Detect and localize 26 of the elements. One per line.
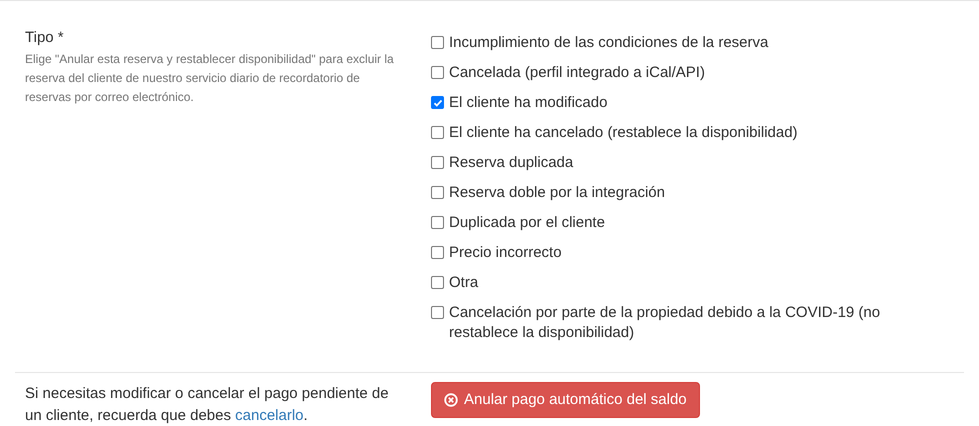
option-label: Cancelada (perfil integrado a iCal/API) bbox=[449, 63, 705, 83]
help-text: Elige "Anular esta reserva y restablecer disponibilidad" para excluir la reserva del cliente de nuestro servicio diario de recordatorio de reservas por correo electrónico. bbox=[25, 51, 395, 106]
option-label: Cancelación por parte de la propiedad debido a la COVID-19 (no restablece la disponibilidad) bbox=[449, 303, 882, 343]
checkbox[interactable] bbox=[431, 306, 444, 319]
checkbox[interactable] bbox=[431, 96, 444, 109]
close-circle-icon bbox=[444, 393, 458, 407]
checkbox[interactable] bbox=[431, 126, 444, 139]
checkbox[interactable] bbox=[431, 246, 444, 259]
option-label: Reserva doble por la integración bbox=[449, 183, 665, 203]
cancel-link[interactable]: cancelarlo bbox=[235, 407, 304, 424]
option-label: Incumplimiento de las condiciones de la reserva bbox=[449, 33, 768, 53]
option-label: El cliente ha cancelado (restablece la disponibilidad) bbox=[449, 123, 798, 143]
option-label: El cliente ha modificado bbox=[449, 93, 608, 113]
option-label: Reserva duplicada bbox=[449, 153, 574, 173]
checkbox[interactable] bbox=[431, 156, 444, 169]
checkbox[interactable] bbox=[431, 66, 444, 79]
option-label: Duplicada por el cliente bbox=[449, 213, 605, 233]
checkbox[interactable] bbox=[431, 216, 444, 229]
option-label: Precio incorrecto bbox=[449, 243, 562, 263]
checkbox[interactable] bbox=[431, 36, 444, 49]
option-label: Otra bbox=[449, 273, 478, 293]
checkbox[interactable] bbox=[431, 276, 444, 289]
cancel-payment-button[interactable]: Anular pago automático del saldo bbox=[431, 382, 700, 418]
checkbox[interactable] bbox=[431, 186, 444, 199]
field-label: Tipo * bbox=[25, 28, 65, 48]
payment-note: Si necesitas modificar o cancelar el pago pendiente de un cliente, recuerda que debes cancelarlo. bbox=[24, 384, 390, 426]
